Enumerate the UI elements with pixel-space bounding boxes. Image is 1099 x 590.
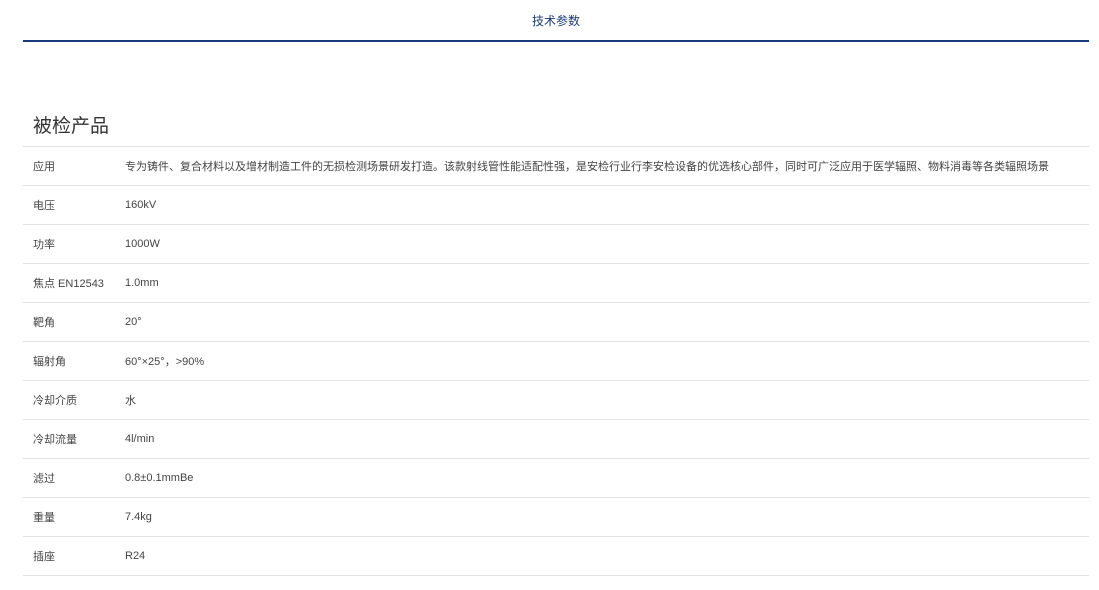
spec-row-target-angle: 靶角 20°: [23, 303, 1089, 342]
spec-row-coolant: 冷却介质 水: [23, 381, 1089, 420]
spec-value: 7.4kg: [125, 511, 152, 523]
spec-value: 1.0mm: [125, 277, 159, 289]
spec-label: 焦点 EN12543: [33, 278, 104, 290]
spec-label: 冷却介质: [33, 395, 77, 407]
spec-value: 1000W: [125, 238, 160, 250]
spec-label: 冷却流量: [33, 434, 77, 446]
spec-value: 60°×25°，>90%: [125, 356, 205, 368]
spec-label: 电压: [33, 200, 55, 212]
spec-row-socket: 插座 R24: [23, 537, 1089, 576]
spec-row-voltage: 电压 160kV: [23, 186, 1089, 225]
spec-value: 水: [125, 395, 136, 407]
spec-value: 160kV: [125, 199, 157, 211]
spec-value: 0.8±0.1mmBe: [125, 472, 194, 484]
spec-row-filtration: 滤过 0.8±0.1mmBe: [23, 459, 1089, 498]
spec-value: 专为铸件、复合材料以及增材制造工件的无损检测场景研发打造。该款射线管性能适配性强…: [125, 161, 1049, 173]
spec-row-coolant-flow: 冷却流量 4l/min: [23, 420, 1089, 459]
spec-value: 20°: [125, 316, 142, 328]
spec-row-application: 应用 专为铸件、复合材料以及增材制造工件的无损检测场景研发打造。该款射线管性能适…: [23, 147, 1089, 186]
spec-row-power: 功率 1000W: [23, 225, 1089, 264]
spec-label: 功率: [33, 239, 55, 251]
spec-label: 应用: [33, 161, 55, 173]
spec-label: 滤过: [33, 473, 55, 485]
tab-bar: 技术参数: [23, 0, 1089, 42]
spec-label: 靶角: [33, 317, 55, 329]
tab-technical-parameters[interactable]: 技术参数: [532, 12, 580, 29]
spec-row-weight: 重量 7.4kg: [23, 498, 1089, 537]
spec-label: 重量: [33, 512, 55, 524]
section-title: 被检产品: [33, 116, 110, 137]
spec-row-focal-spot: 焦点 EN12543 1.0mm: [23, 264, 1089, 303]
spec-value: 4l/min: [125, 433, 155, 445]
spec-row-radiation-angle: 辐射角 60°×25°，>90%: [23, 342, 1089, 381]
spec-value: R24: [125, 550, 146, 562]
spec-label: 插座: [33, 551, 55, 563]
spec-label: 辐射角: [33, 356, 66, 368]
page: 技术参数 被检产品 应用 专为铸件、复合材料以及增材制造工件的无损检测场景研发打…: [0, 0, 1099, 590]
spec-table: 应用 专为铸件、复合材料以及增材制造工件的无损检测场景研发打造。该款射线管性能适…: [23, 146, 1089, 576]
